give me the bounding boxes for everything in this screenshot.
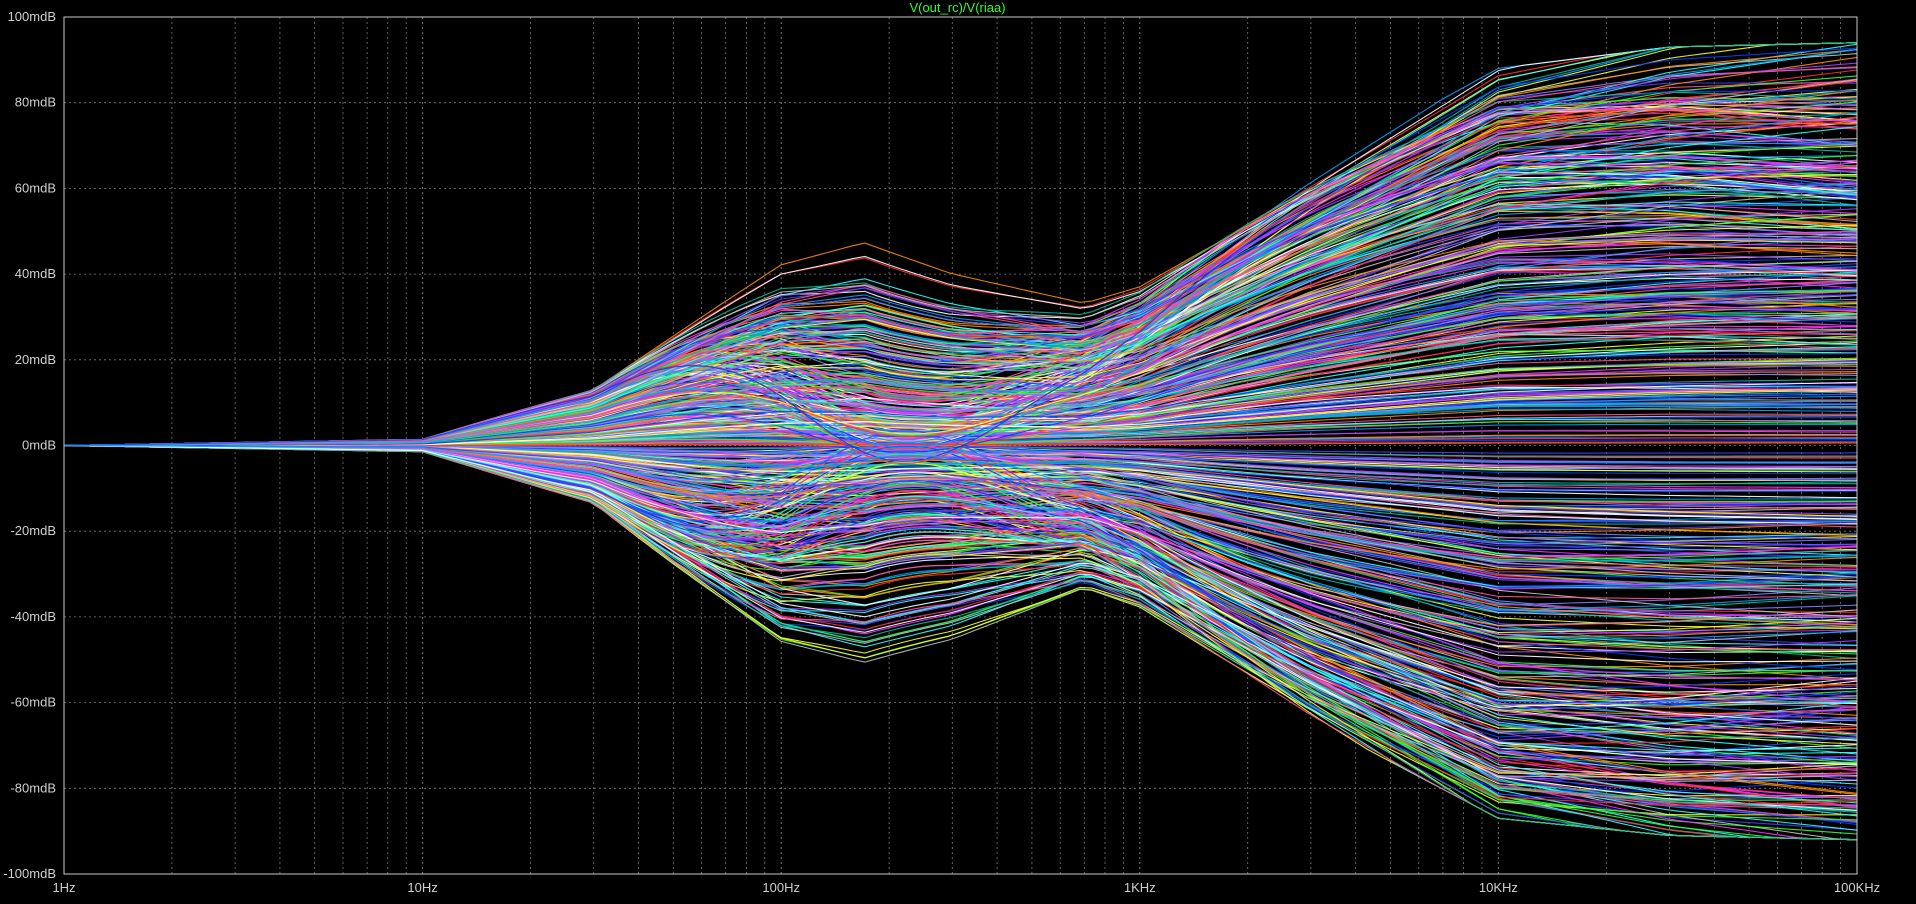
y-tick-label: 60mdB [15, 180, 56, 195]
waveform-plot-window[interactable]: 100mdB 80mdB 60mdB 40mdB 20mdB 0mdB -20mdB -40m… [0, 0, 1916, 899]
y-tick-label: 80mdB [15, 95, 56, 110]
y-tick-label: 20mdB [15, 352, 56, 367]
waveform-plot[interactable]: 100mdB 80mdB 60mdB 40mdB 20mdB 0mdB -20mdB -40m… [0, 0, 1916, 899]
y-tick-label: 100mdB [8, 9, 56, 24]
x-tick-label: 1KHz [1124, 880, 1156, 895]
y-tick-label: -20mdB [10, 523, 56, 538]
y-tick-label: -40mdB [10, 609, 56, 624]
y-tick-label: -100mdB [3, 866, 56, 881]
y-tick-label: 40mdB [15, 266, 56, 281]
trace-title[interactable]: V(out_rc)/V(riaa) [909, 0, 1005, 15]
x-tick-label: 10Hz [407, 880, 437, 895]
y-tick-label: 0mdB [22, 438, 56, 453]
y-tick-label: -60mdB [10, 695, 56, 710]
x-tick-label: 100KHz [1834, 880, 1880, 895]
x-tick-label: 10KHz [1479, 880, 1518, 895]
x-tick-label: 1Hz [52, 880, 75, 895]
y-tick-label: -80mdB [10, 780, 56, 795]
x-tick-label: 100Hz [762, 880, 800, 895]
